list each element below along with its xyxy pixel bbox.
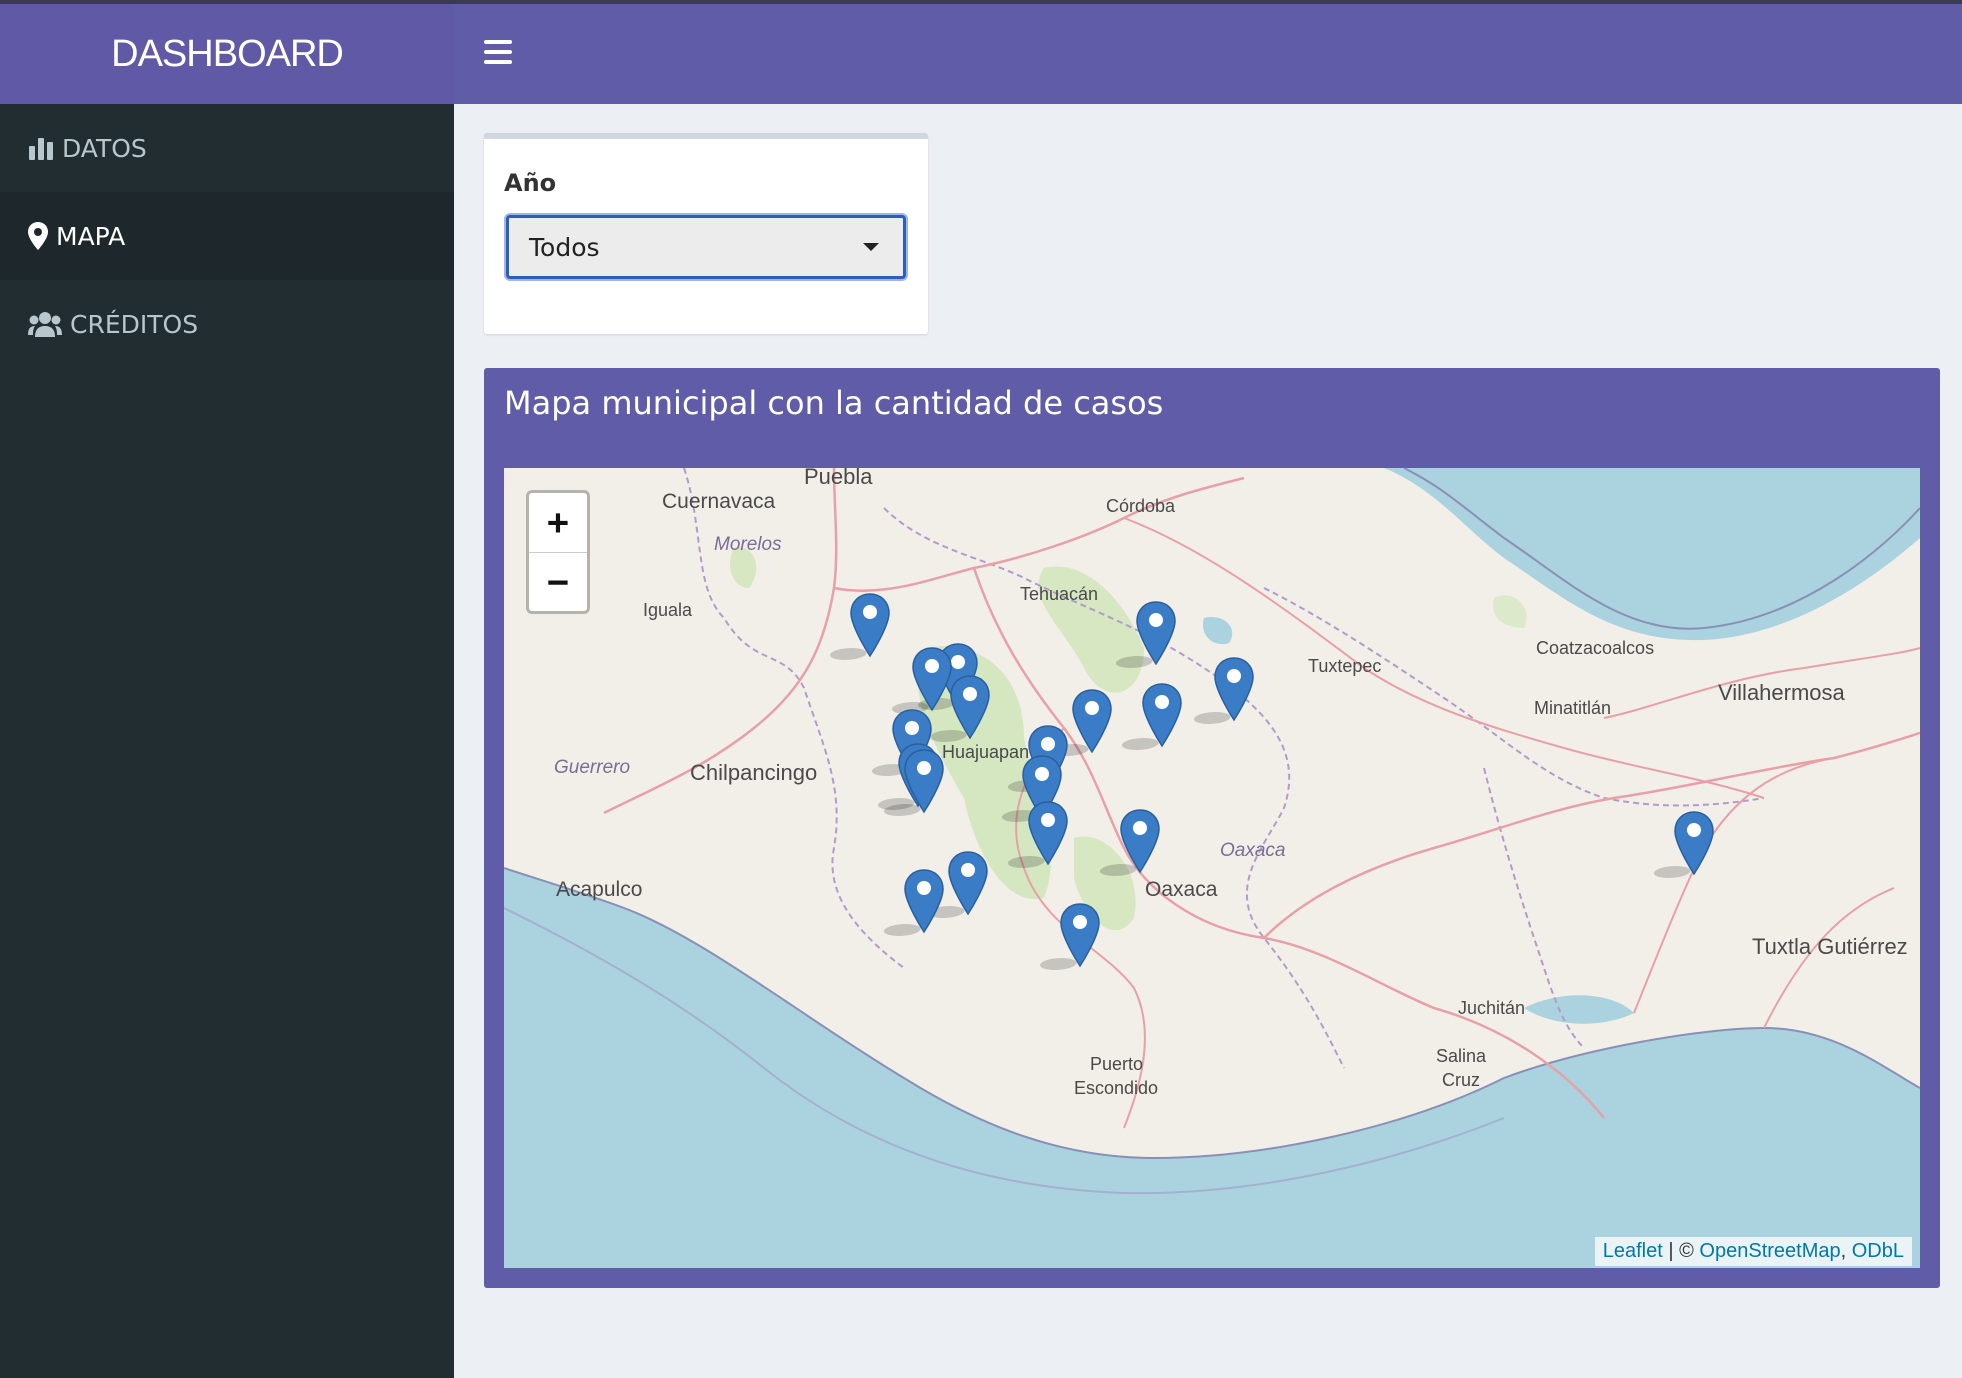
map-label-salina: Salina: [1436, 1046, 1487, 1066]
brand-text: DASHBOARD: [111, 32, 344, 75]
sidebar: DATOS MAPA CRÉDITOS: [0, 104, 454, 1378]
map-label-escondido: Escondido: [1074, 1078, 1158, 1098]
year-filter-label: Año: [504, 169, 557, 197]
map-label-tehuacan: Tehuacán: [1020, 584, 1098, 604]
chevron-down-icon: [863, 243, 879, 251]
map-label-villahermosa: Villahermosa: [1718, 680, 1846, 705]
map-label-minatitlan: Minatitlán: [1534, 698, 1611, 718]
year-filter-box: Año Todos: [484, 133, 928, 334]
map-label-tuxtla: Tuxtla Gutiérrez: [1752, 934, 1908, 959]
bar-chart-icon: [29, 138, 53, 160]
sidebar-item-creditos[interactable]: CRÉDITOS: [0, 280, 454, 368]
map-label-puerto: Puerto: [1090, 1054, 1143, 1074]
sidebar-item-label: DATOS: [62, 133, 147, 163]
map-label-huajuapan: Huajuapan: [942, 742, 1029, 762]
sidebar-item-datos[interactable]: DATOS: [0, 104, 454, 192]
map-label-oaxaca-city: Oaxaca: [1145, 878, 1218, 901]
year-select-value: Todos: [529, 232, 600, 262]
attribution-separator: | ©: [1662, 1240, 1700, 1262]
map-label-morelos: Morelos: [714, 534, 782, 555]
sidebar-item-label: CRÉDITOS: [70, 309, 199, 339]
map-label-puebla: Puebla: [804, 468, 873, 489]
map-label-oaxaca-state: Oaxaca: [1220, 840, 1285, 861]
map-tiles: Puebla Cuernavaca Córdoba Morelos Tehuac…: [504, 468, 1920, 1195]
year-select[interactable]: Todos: [506, 215, 906, 279]
map-label-iguala: Iguala: [643, 600, 693, 620]
zoom-out-button[interactable]: −: [529, 553, 587, 612]
leaflet-link[interactable]: Leaflet: [1603, 1240, 1663, 1262]
map-label-acapulco: Acapulco: [556, 878, 642, 901]
osm-link[interactable]: OpenStreetMap: [1699, 1240, 1840, 1262]
zoom-in-button[interactable]: +: [529, 493, 587, 553]
zoom-control: + −: [526, 490, 590, 614]
leaflet-map[interactable]: Puebla Cuernavaca Córdoba Morelos Tehuac…: [504, 468, 1920, 1268]
sidebar-item-label: MAPA: [56, 221, 126, 251]
map-label-cordoba: Córdoba: [1106, 496, 1176, 516]
map-label-guerrero: Guerrero: [554, 757, 630, 778]
top-navbar: [454, 4, 1962, 104]
map-label-cuernavaca: Cuernavaca: [662, 490, 776, 513]
sidebar-item-mapa[interactable]: MAPA: [0, 192, 454, 280]
map-label-coatzacoalcos: Coatzacoalcos: [1536, 638, 1654, 658]
map-marker-icon: [28, 222, 48, 250]
map-attribution: Leaflet | © OpenStreetMap, ODbL: [1594, 1237, 1912, 1266]
odbl-link[interactable]: ODbL: [1852, 1240, 1904, 1262]
brand-logo[interactable]: DASHBOARD: [0, 4, 454, 104]
map-label-juchitan: Juchitán: [1458, 998, 1525, 1018]
map-label-tuxtepec: Tuxtepec: [1308, 656, 1381, 676]
users-icon: [28, 312, 62, 337]
map-panel-title: Mapa municipal con la cantidad de casos: [504, 384, 1164, 422]
attribution-comma: ,: [1840, 1240, 1852, 1262]
map-panel: Mapa municipal con la cantidad de casos: [484, 368, 1940, 1288]
map-label-chilpancingo: Chilpancingo: [690, 760, 817, 785]
map-label-cruz: Cruz: [1442, 1070, 1480, 1090]
menu-toggle-icon[interactable]: [484, 40, 512, 64]
